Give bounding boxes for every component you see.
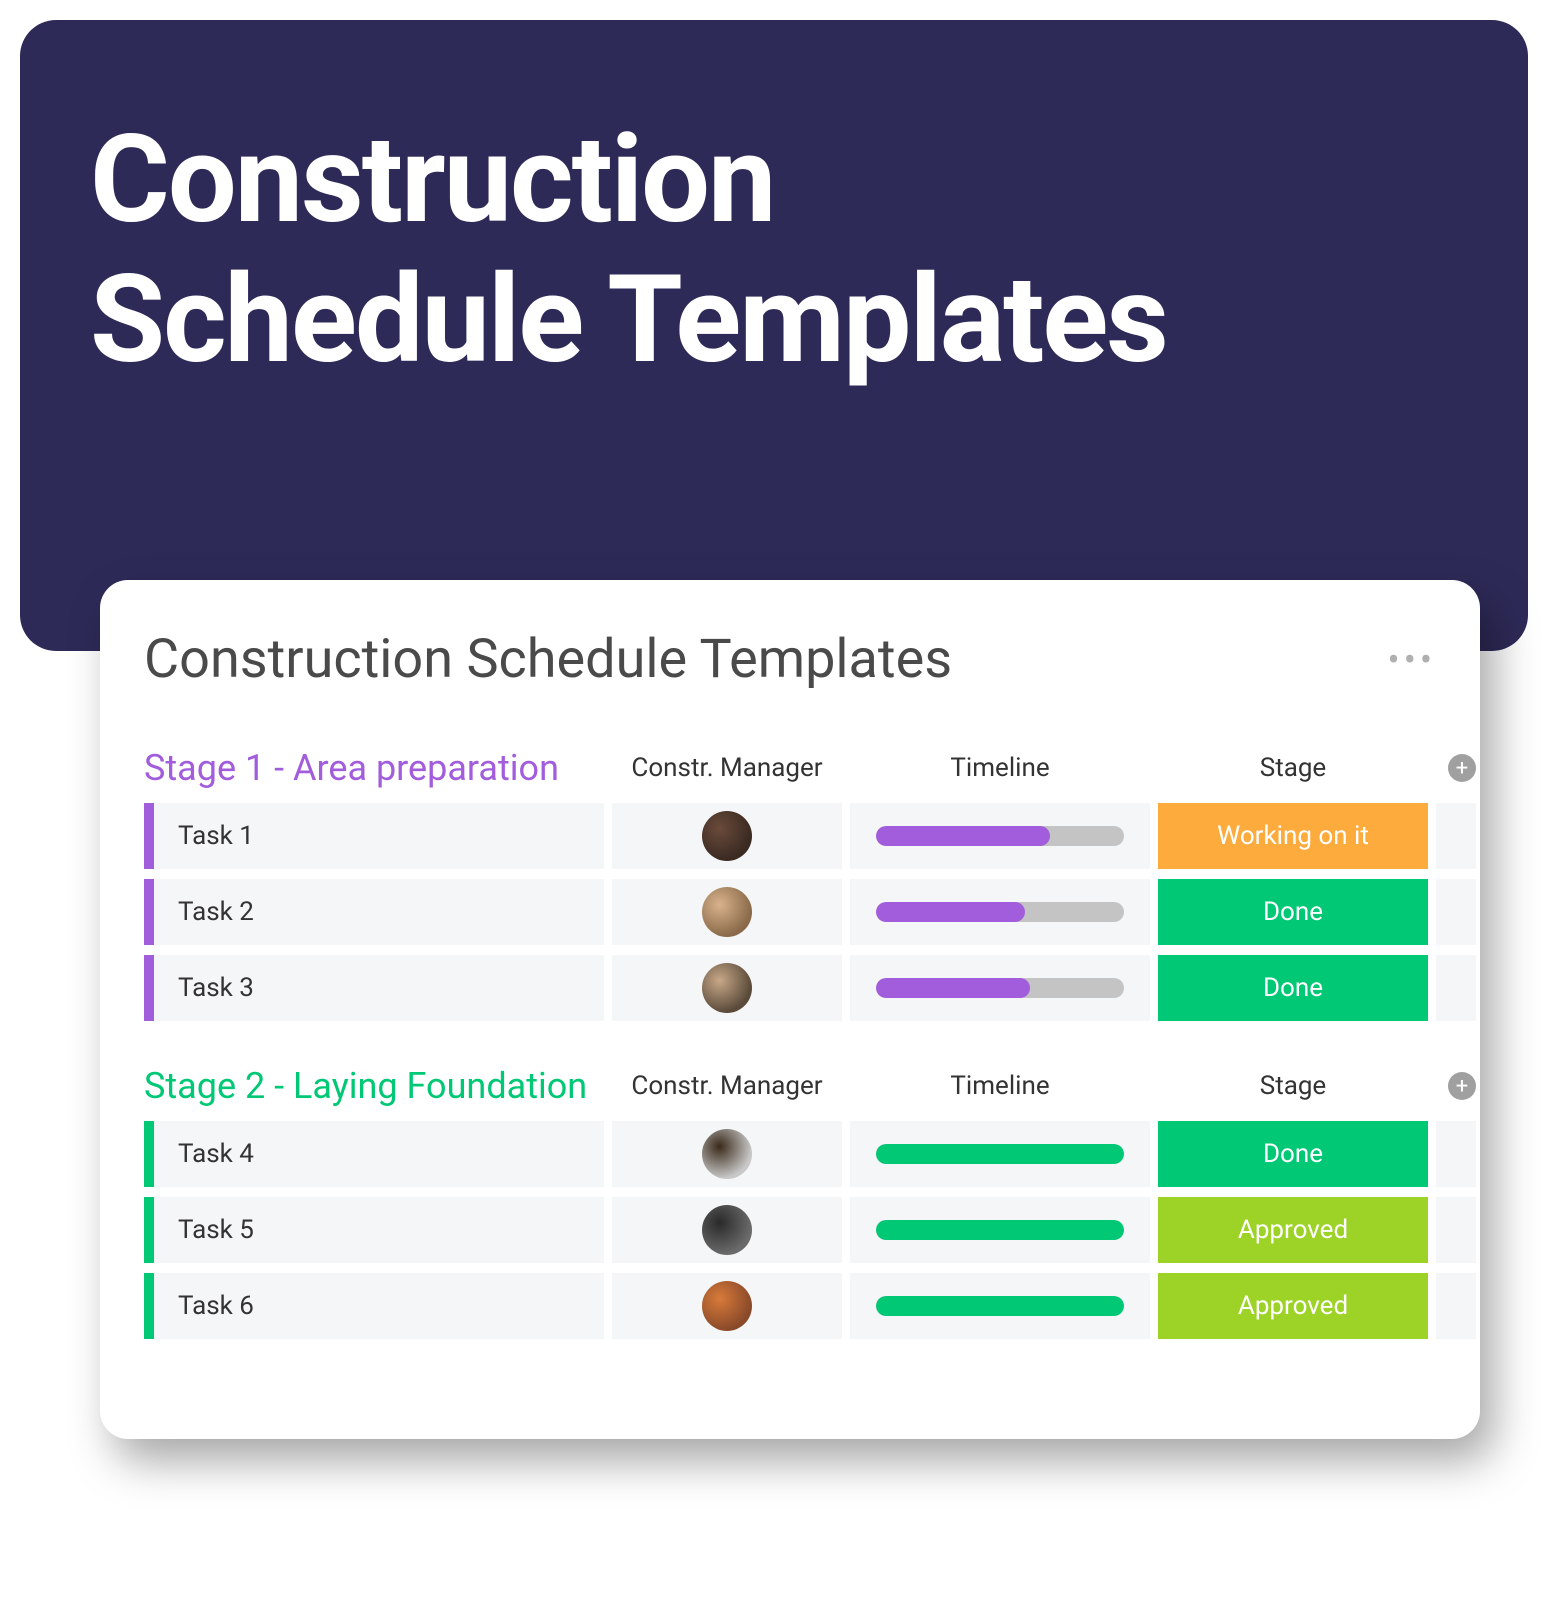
stage-badge[interactable]: Done bbox=[1158, 1121, 1428, 1187]
task-name: Task 5 bbox=[154, 1197, 254, 1263]
manager-cell[interactable] bbox=[612, 1121, 842, 1187]
trailing-cell bbox=[1436, 1197, 1476, 1263]
timeline-fill bbox=[876, 826, 1050, 846]
task-row[interactable]: Task 1 Working on it bbox=[144, 803, 1436, 869]
group-color-accent bbox=[144, 1121, 154, 1187]
group-color-accent bbox=[144, 955, 154, 1021]
group-header: Stage 1 - Area preparation Constr. Manage… bbox=[144, 747, 1436, 789]
task-name: Task 3 bbox=[154, 955, 254, 1021]
card-title: Construction Schedule Templates bbox=[144, 628, 952, 691]
timeline-track bbox=[876, 1144, 1124, 1164]
group-color-accent bbox=[144, 1197, 154, 1263]
col-header-timeline: Timeline bbox=[850, 753, 1150, 783]
task-row[interactable]: Task 4 Done bbox=[144, 1121, 1436, 1187]
task-name-cell[interactable]: Task 2 bbox=[144, 879, 604, 945]
manager-cell[interactable] bbox=[612, 803, 842, 869]
task-group: Stage 1 - Area preparation Constr. Manage… bbox=[144, 747, 1436, 1021]
group-header: Stage 2 - Laying Foundation Constr. Manag… bbox=[144, 1065, 1436, 1107]
groups-container: Stage 1 - Area preparation Constr. Manage… bbox=[144, 747, 1436, 1339]
task-row[interactable]: Task 2 Done bbox=[144, 879, 1436, 945]
manager-cell[interactable] bbox=[612, 1273, 842, 1339]
timeline-track bbox=[876, 826, 1124, 846]
plus-icon: + bbox=[1456, 1074, 1468, 1099]
timeline-cell[interactable] bbox=[850, 1197, 1150, 1263]
trailing-cell bbox=[1436, 955, 1476, 1021]
col-header-manager: Constr. Manager bbox=[612, 1071, 842, 1101]
manager-cell[interactable] bbox=[612, 879, 842, 945]
stage-badge[interactable]: Done bbox=[1158, 955, 1428, 1021]
group-title[interactable]: Stage 2 - Laying Foundation bbox=[144, 1065, 604, 1107]
timeline-fill bbox=[876, 1144, 1124, 1164]
trailing-cell bbox=[1436, 879, 1476, 945]
trailing-cell bbox=[1436, 803, 1476, 869]
group-color-accent bbox=[144, 803, 154, 869]
timeline-cell[interactable] bbox=[850, 803, 1150, 869]
trailing-cell bbox=[1436, 1121, 1476, 1187]
timeline-fill bbox=[876, 1220, 1124, 1240]
avatar[interactable] bbox=[702, 1129, 752, 1179]
stage-badge[interactable]: Approved bbox=[1158, 1197, 1428, 1263]
manager-cell[interactable] bbox=[612, 955, 842, 1021]
col-header-stage: Stage bbox=[1158, 753, 1428, 783]
manager-cell[interactable] bbox=[612, 1197, 842, 1263]
task-row[interactable]: Task 5 Approved bbox=[144, 1197, 1436, 1263]
hero-banner: Construction Schedule Templates bbox=[20, 20, 1528, 651]
stage-badge[interactable]: Working on it bbox=[1158, 803, 1428, 869]
avatar[interactable] bbox=[702, 1205, 752, 1255]
hero-title-line1: Construction bbox=[90, 108, 774, 251]
task-name-cell[interactable]: Task 1 bbox=[144, 803, 604, 869]
task-name-cell[interactable]: Task 5 bbox=[144, 1197, 604, 1263]
task-name: Task 4 bbox=[154, 1121, 254, 1187]
timeline-fill bbox=[876, 978, 1030, 998]
task-name-cell[interactable]: Task 4 bbox=[144, 1121, 604, 1187]
card-header: Construction Schedule Templates ••• bbox=[144, 628, 1436, 691]
hero-title: Construction Schedule Templates bbox=[90, 110, 1458, 391]
timeline-fill bbox=[876, 1296, 1124, 1316]
task-row[interactable]: Task 6 Approved bbox=[144, 1273, 1436, 1339]
col-header-manager: Constr. Manager bbox=[612, 753, 842, 783]
trailing-cell bbox=[1436, 1273, 1476, 1339]
timeline-track bbox=[876, 1296, 1124, 1316]
timeline-cell[interactable] bbox=[850, 955, 1150, 1021]
group-color-accent bbox=[144, 879, 154, 945]
add-column-button[interactable]: + bbox=[1448, 754, 1476, 782]
timeline-track bbox=[876, 978, 1124, 998]
stage-badge[interactable]: Done bbox=[1158, 879, 1428, 945]
task-name-cell[interactable]: Task 3 bbox=[144, 955, 604, 1021]
more-options-icon[interactable]: ••• bbox=[1388, 639, 1436, 681]
template-card: Construction Schedule Templates ••• Stag… bbox=[100, 580, 1480, 1439]
avatar[interactable] bbox=[702, 811, 752, 861]
task-name: Task 1 bbox=[154, 803, 254, 869]
task-row[interactable]: Task 3 Done bbox=[144, 955, 1436, 1021]
timeline-fill bbox=[876, 902, 1025, 922]
timeline-cell[interactable] bbox=[850, 1121, 1150, 1187]
task-name: Task 2 bbox=[154, 879, 254, 945]
task-name-cell[interactable]: Task 6 bbox=[144, 1273, 604, 1339]
add-column-button[interactable]: + bbox=[1448, 1072, 1476, 1100]
timeline-track bbox=[876, 902, 1124, 922]
group-color-accent bbox=[144, 1273, 154, 1339]
col-header-stage: Stage bbox=[1158, 1071, 1428, 1101]
task-name: Task 6 bbox=[154, 1273, 254, 1339]
task-group: Stage 2 - Laying Foundation Constr. Manag… bbox=[144, 1065, 1436, 1339]
group-title[interactable]: Stage 1 - Area preparation bbox=[144, 747, 604, 789]
avatar[interactable] bbox=[702, 1281, 752, 1331]
timeline-cell[interactable] bbox=[850, 879, 1150, 945]
plus-icon: + bbox=[1456, 756, 1468, 781]
timeline-cell[interactable] bbox=[850, 1273, 1150, 1339]
avatar[interactable] bbox=[702, 887, 752, 937]
stage-badge[interactable]: Approved bbox=[1158, 1273, 1428, 1339]
timeline-track bbox=[876, 1220, 1124, 1240]
col-header-timeline: Timeline bbox=[850, 1071, 1150, 1101]
hero-title-line2: Schedule Templates bbox=[90, 248, 1167, 391]
avatar[interactable] bbox=[702, 963, 752, 1013]
